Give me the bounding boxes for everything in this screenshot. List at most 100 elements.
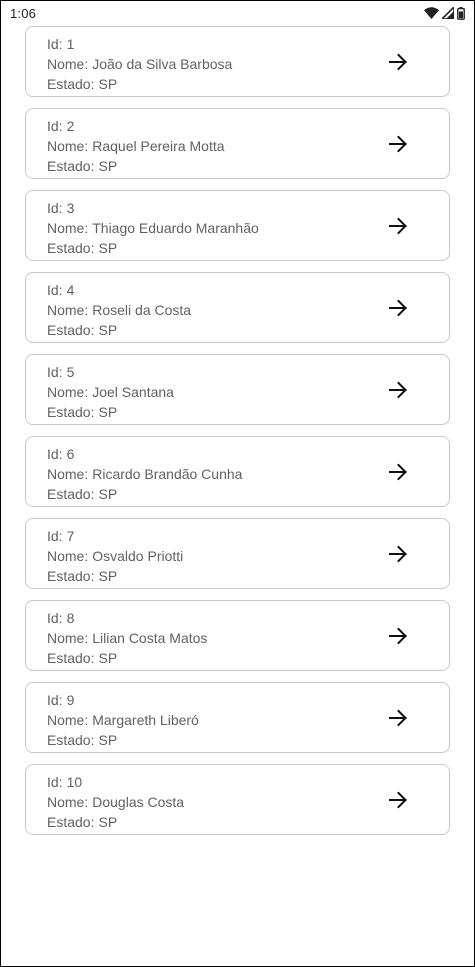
- arrow-right-icon[interactable]: [387, 789, 409, 811]
- name-value: Raquel Pereira Motta: [92, 138, 225, 154]
- arrow-right-icon[interactable]: [387, 51, 409, 73]
- state-value: SP: [98, 240, 118, 256]
- state-value: SP: [98, 650, 118, 666]
- state-row: Estado: SP: [47, 74, 232, 94]
- state-row: Estado: SP: [47, 238, 259, 258]
- person-card[interactable]: Id: 3 Nome: Thiago Eduardo Maranhão Estado: S…: [25, 190, 450, 261]
- arrow-right-icon[interactable]: [387, 215, 409, 237]
- person-card[interactable]: Id: 9 Nome: Margareth Liberó Estado: SP: [25, 682, 450, 753]
- name-row: Nome: Osvaldo Priotti: [47, 546, 183, 566]
- state-value: SP: [98, 322, 118, 338]
- name-row: Nome: Lilian Costa Matos: [47, 628, 207, 648]
- person-card[interactable]: Id: 1 Nome: João da Silva Barbosa Estado: SP: [25, 26, 450, 97]
- state-row: Estado: SP: [47, 648, 207, 668]
- person-details: Id: 5 Nome: Joel Santana Estado: SP: [47, 362, 174, 422]
- name-value: Thiago Eduardo Maranhão: [92, 220, 259, 236]
- cell-signal-icon: [442, 7, 454, 19]
- name-row: Nome: Ricardo Brandão Cunha: [47, 464, 242, 484]
- name-label: Nome:: [47, 794, 89, 810]
- person-details: Id: 3 Nome: Thiago Eduardo Maranhão Estado: S…: [47, 198, 259, 258]
- id-value: 8: [66, 610, 75, 626]
- state-row: Estado: SP: [47, 566, 183, 586]
- name-label: Nome:: [47, 302, 89, 318]
- person-details: Id: 1 Nome: João da Silva Barbosa Estado: SP: [47, 34, 232, 94]
- arrow-right-icon[interactable]: [387, 543, 409, 565]
- person-details: Id: 10 Nome: Douglas Costa Estado: SP: [47, 772, 184, 832]
- person-card[interactable]: Id: 5 Nome: Joel Santana Estado: SP: [25, 354, 450, 425]
- name-row: Nome: Joel Santana: [47, 382, 174, 402]
- state-value: SP: [98, 732, 118, 748]
- person-card[interactable]: Id: 7 Nome: Osvaldo Priotti Estado: SP: [25, 518, 450, 589]
- name-value: Margareth Liberó: [92, 712, 199, 728]
- id-value: 4: [66, 282, 75, 298]
- state-label: Estado:: [47, 240, 95, 256]
- name-value: Joel Santana: [92, 384, 174, 400]
- state-label: Estado:: [47, 404, 95, 420]
- name-row: Nome: Thiago Eduardo Maranhão: [47, 218, 259, 238]
- state-label: Estado:: [47, 158, 95, 174]
- person-card[interactable]: Id: 6 Nome: Ricardo Brandão Cunha Estado: SP: [25, 436, 450, 507]
- name-row: Nome: Douglas Costa: [47, 792, 184, 812]
- name-label: Nome:: [47, 466, 89, 482]
- state-label: Estado:: [47, 322, 95, 338]
- status-icons: [424, 6, 465, 20]
- id-label: Id:: [47, 528, 63, 544]
- state-value: SP: [98, 486, 118, 502]
- id-label: Id:: [47, 692, 63, 708]
- id-label: Id:: [47, 446, 63, 462]
- arrow-right-icon[interactable]: [387, 297, 409, 319]
- id-row: Id: 8: [47, 608, 207, 628]
- id-value: 5: [66, 364, 75, 380]
- id-label: Id:: [47, 36, 63, 52]
- id-row: Id: 1: [47, 34, 232, 54]
- state-row: Estado: SP: [47, 812, 184, 832]
- arrow-right-icon[interactable]: [387, 707, 409, 729]
- state-value: SP: [98, 814, 118, 830]
- id-value: 3: [66, 200, 75, 216]
- name-row: Nome: João da Silva Barbosa: [47, 54, 232, 74]
- wifi-icon: [424, 7, 439, 19]
- name-label: Nome:: [47, 56, 89, 72]
- person-details: Id: 7 Nome: Osvaldo Priotti Estado: SP: [47, 526, 183, 586]
- arrow-right-icon[interactable]: [387, 133, 409, 155]
- status-bar: 1:06: [0, 0, 475, 26]
- arrow-right-icon[interactable]: [387, 461, 409, 483]
- state-label: Estado:: [47, 486, 95, 502]
- person-card[interactable]: Id: 10 Nome: Douglas Costa Estado: SP: [25, 764, 450, 835]
- person-details: Id: 8 Nome: Lilian Costa Matos Estado: SP: [47, 608, 207, 668]
- id-value: 9: [66, 692, 75, 708]
- name-value: Roseli da Costa: [92, 302, 192, 318]
- person-card[interactable]: Id: 2 Nome: Raquel Pereira Motta Estado: SP: [25, 108, 450, 179]
- name-label: Nome:: [47, 138, 89, 154]
- status-time: 1:06: [10, 5, 37, 21]
- id-value: 6: [66, 446, 75, 462]
- person-card[interactable]: Id: 8 Nome: Lilian Costa Matos Estado: SP: [25, 600, 450, 671]
- name-label: Nome:: [47, 384, 89, 400]
- name-value: João da Silva Barbosa: [92, 56, 233, 72]
- state-value: SP: [98, 404, 118, 420]
- id-row: Id: 4: [47, 280, 191, 300]
- person-card[interactable]: Id: 4 Nome: Roseli da Costa Estado: SP: [25, 272, 450, 343]
- state-label: Estado:: [47, 568, 95, 584]
- name-label: Nome:: [47, 548, 89, 564]
- id-value: 7: [66, 528, 75, 544]
- name-value: Osvaldo Priotti: [92, 548, 184, 564]
- state-label: Estado:: [47, 650, 95, 666]
- state-row: Estado: SP: [47, 402, 174, 422]
- id-value: 10: [66, 774, 83, 790]
- person-list: Id: 1 Nome: João da Silva Barbosa Estado: SP I…: [25, 26, 450, 846]
- id-value: 1: [66, 36, 75, 52]
- id-value: 2: [66, 118, 75, 134]
- person-details: Id: 9 Nome: Margareth Liberó Estado: SP: [47, 690, 199, 750]
- name-value: Douglas Costa: [92, 794, 185, 810]
- arrow-right-icon[interactable]: [387, 379, 409, 401]
- name-label: Nome:: [47, 220, 89, 236]
- id-row: Id: 3: [47, 198, 259, 218]
- state-row: Estado: SP: [47, 730, 199, 750]
- id-row: Id: 9: [47, 690, 199, 710]
- name-label: Nome:: [47, 630, 89, 646]
- arrow-right-icon[interactable]: [387, 625, 409, 647]
- state-label: Estado:: [47, 732, 95, 748]
- id-row: Id: 5: [47, 362, 174, 382]
- id-row: Id: 2: [47, 116, 225, 136]
